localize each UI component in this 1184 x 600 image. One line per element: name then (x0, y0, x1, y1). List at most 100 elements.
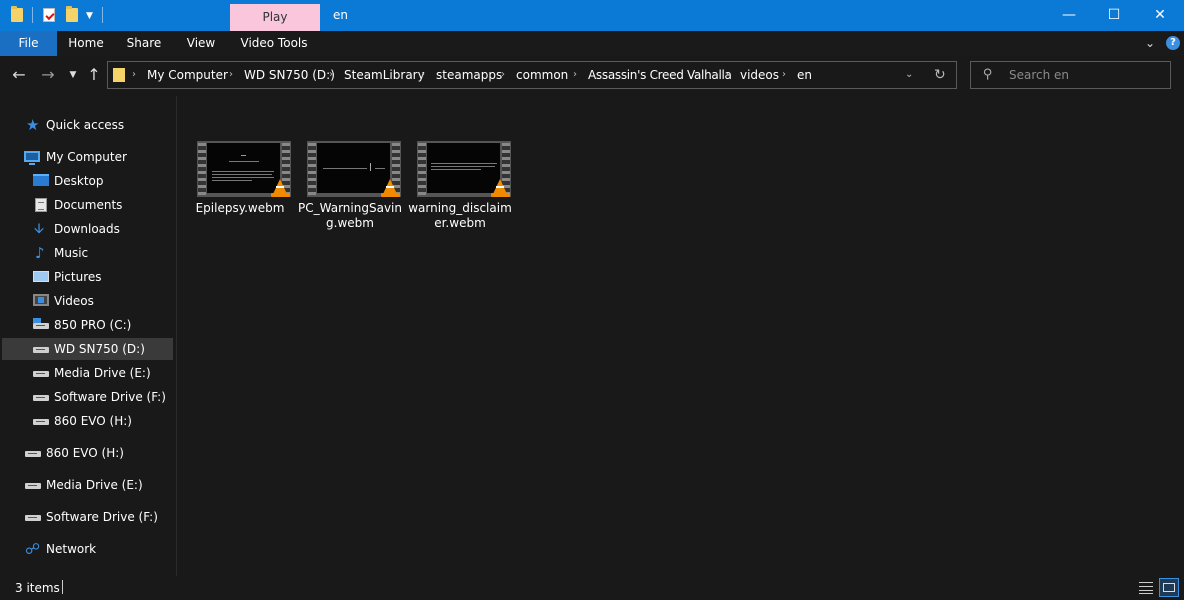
recent-locations-chevron-icon[interactable]: ▼ (66, 62, 80, 88)
breadcrumb-separator-icon: › (229, 69, 233, 80)
sidebar-item-pictures[interactable]: Pictures (2, 266, 173, 288)
breadcrumb-item[interactable]: SteamLibrary (344, 61, 425, 89)
file-item[interactable]: Epilepsy.webm (188, 138, 292, 238)
frame-detail (241, 155, 246, 156)
sidebar-item-label: Music (54, 246, 89, 260)
properties-icon[interactable] (43, 8, 55, 22)
documents-icon (35, 198, 47, 212)
breadcrumb-item[interactable]: WD SN750 (D:) (244, 61, 335, 89)
help-icon[interactable]: ? (1166, 36, 1180, 50)
sidebar-item-drive-h[interactable]: 860 EVO (H:) (2, 410, 173, 432)
new-folder-icon[interactable] (66, 6, 78, 22)
search-icon: ⚲ (983, 67, 993, 82)
breadcrumb-separator-icon: › (725, 69, 729, 80)
vlc-cone-icon (381, 179, 400, 198)
tab-share[interactable]: Share (122, 31, 166, 56)
forward-arrow-icon[interactable]: → (38, 62, 58, 88)
refresh-icon[interactable]: ↻ (934, 61, 946, 89)
file-item[interactable]: warning_disclaimer.webm (408, 138, 512, 238)
file-name: PC_WarningSaving.webm (298, 201, 402, 230)
pictures-icon (33, 271, 49, 282)
tab-home[interactable]: Home (64, 31, 108, 56)
film-strip (198, 143, 206, 195)
tab-file[interactable]: File (0, 31, 57, 56)
videos-icon (33, 294, 49, 306)
drive-icon (25, 515, 41, 521)
search-input[interactable] (1009, 62, 1164, 88)
frame-detail (212, 171, 274, 172)
minimize-button[interactable]: — (1046, 0, 1092, 31)
sidebar-item-media-drive[interactable]: Media Drive (E:) (2, 474, 173, 496)
breadcrumb-item[interactable]: videos (740, 61, 779, 89)
sidebar-item-my-computer[interactable]: My Computer (2, 146, 173, 168)
breadcrumb-separator-icon: › (573, 69, 577, 80)
sidebar-item-label: Documents (54, 198, 123, 212)
sidebar-item-label: 860 EVO (H:) (46, 446, 124, 460)
breadcrumb-separator-icon: › (782, 69, 786, 80)
breadcrumb-separator-icon: › (421, 69, 425, 80)
sidebar-item-label: Network (46, 542, 97, 556)
frame-detail (212, 177, 274, 178)
status-divider (62, 580, 63, 594)
maximize-button[interactable]: ☐ (1091, 0, 1137, 31)
frame-detail (431, 169, 481, 170)
sidebar-item-software-drive[interactable]: Software Drive (F:) (2, 506, 173, 528)
status-bar (0, 576, 1184, 600)
sidebar-item-drive-e[interactable]: Media Drive (E:) (2, 362, 173, 384)
video-frame (207, 143, 280, 193)
details-view-icon[interactable] (1136, 578, 1156, 597)
sidebar-item-documents[interactable]: Documents (2, 194, 173, 216)
sidebar-item-label: Media Drive (E:) (54, 366, 151, 380)
sidebar-item-label: Software Drive (F:) (46, 510, 158, 524)
large-icons-view-icon[interactable] (1159, 578, 1179, 597)
tab-view[interactable]: View (180, 31, 222, 56)
sidebar-item-label: Media Drive (E:) (46, 478, 143, 492)
sidebar-item-network[interactable]: ☍ Network (2, 538, 173, 560)
drive-icon (25, 483, 41, 489)
video-frame (317, 143, 390, 193)
folder-icon[interactable] (11, 6, 23, 22)
sidebar-item-drive-d[interactable]: WD SN750 (D:) (2, 338, 173, 360)
network-icon: ☍ (25, 540, 41, 558)
drive-icon (33, 395, 49, 401)
window-title: en (333, 8, 348, 22)
sidebar-item-desktop[interactable]: Desktop (2, 170, 173, 192)
frame-detail (375, 168, 385, 169)
vlc-cone-icon (271, 179, 290, 198)
ribbon-tab-bar (0, 31, 1184, 56)
file-item[interactable]: PC_WarningSaving.webm (298, 138, 402, 238)
breadcrumb-item[interactable]: en (797, 61, 812, 89)
search-box[interactable]: ⚲ (970, 61, 1171, 89)
frame-detail (212, 174, 272, 175)
music-note-icon: ♪ (35, 244, 45, 262)
vlc-cone-icon (491, 179, 510, 198)
desktop-folder-icon (33, 174, 49, 186)
breadcrumb-item[interactable]: Assassin's Creed Valhalla (588, 61, 732, 89)
film-strip (308, 143, 316, 195)
back-arrow-icon[interactable]: ← (9, 62, 29, 88)
play-contextual-tab[interactable]: Play (230, 4, 320, 31)
sidebar-item-label: WD SN750 (D:) (54, 342, 145, 356)
chevron-down-icon[interactable]: ⌄ (1145, 31, 1155, 56)
toolbar-divider (102, 7, 103, 23)
tab-video-tools[interactable]: Video Tools (236, 31, 312, 56)
up-arrow-icon[interactable]: ↑ (84, 62, 104, 88)
breadcrumb-item[interactable]: common (516, 61, 568, 89)
sidebar-item-drive-f[interactable]: Software Drive (F:) (2, 386, 173, 408)
close-button[interactable]: ✕ (1137, 0, 1183, 31)
sidebar-item-drive-c[interactable]: 850 PRO (C:) (2, 314, 173, 336)
navigation-pane (0, 96, 176, 576)
sidebar-item-860-evo[interactable]: 860 EVO (H:) (2, 442, 173, 464)
sidebar-item-downloads[interactable]: 🡫 Downloads (2, 218, 173, 240)
drive-icon (25, 451, 41, 457)
quick-access-dropdown-icon[interactable]: ▼ (86, 11, 93, 21)
address-dropdown-chevron-icon[interactable]: ⌄ (905, 61, 913, 89)
sidebar-item-quick-access[interactable]: ★ Quick access (2, 114, 173, 136)
breadcrumb-item[interactable]: My Computer (147, 61, 228, 89)
file-name: warning_disclaimer.webm (408, 201, 512, 230)
frame-detail (323, 168, 367, 169)
sidebar-item-videos[interactable]: Videos (2, 290, 173, 312)
pane-divider[interactable] (176, 96, 177, 576)
breadcrumb-item[interactable]: steamapps (436, 61, 502, 89)
sidebar-item-music[interactable]: ♪ Music (2, 242, 173, 264)
